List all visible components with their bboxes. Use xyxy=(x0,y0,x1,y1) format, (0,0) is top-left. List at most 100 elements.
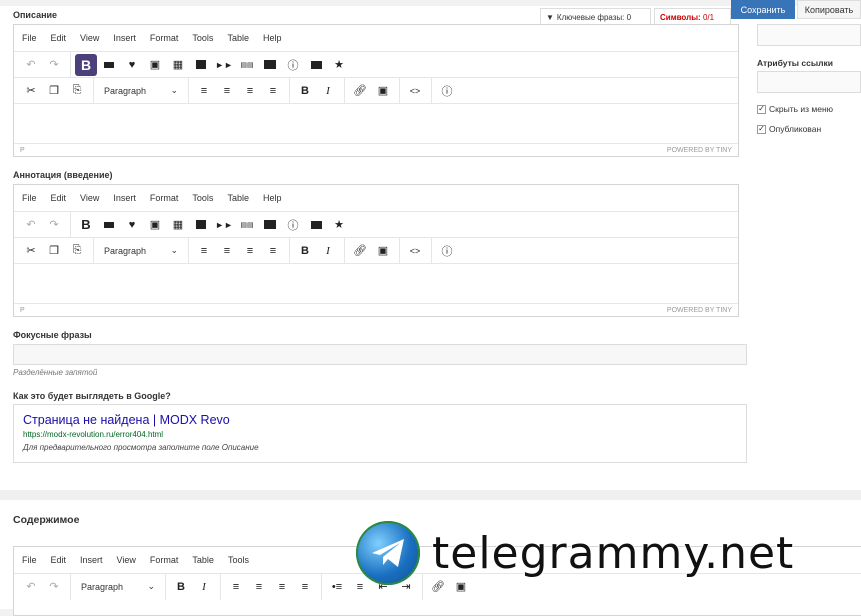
bold-icon[interactable]: B xyxy=(170,576,192,598)
heart-icon[interactable]: ♥ xyxy=(121,54,143,76)
paragraph-select[interactable]: Paragraph ⌄ xyxy=(98,240,184,262)
redo-icon[interactable]: ↷ xyxy=(43,576,65,598)
star-icon[interactable]: ★ xyxy=(328,54,350,76)
paragraph-select[interactable]: Paragraph ⌄ xyxy=(98,80,184,102)
image-insert-icon[interactable]: ▣ xyxy=(372,240,394,262)
undo-icon[interactable]: ↶ xyxy=(20,54,42,76)
align-justify-icon[interactable]: ≡ xyxy=(262,240,284,262)
align-center-icon[interactable]: ≡ xyxy=(248,576,270,598)
copy-icon[interactable]: ❐ xyxy=(43,80,65,102)
quote-icon[interactable]: ►► xyxy=(213,54,235,76)
align-left-icon[interactable]: ≡ xyxy=(193,240,215,262)
alert-icon[interactable]: ⓘ xyxy=(282,214,304,236)
menu-help[interactable]: Help xyxy=(263,193,282,203)
copy-button[interactable]: Копировать xyxy=(797,0,861,19)
heart-icon[interactable]: ♥ xyxy=(121,214,143,236)
align-right-icon[interactable]: ≡ xyxy=(271,576,293,598)
menu-format[interactable]: Format xyxy=(150,555,179,565)
number-icon[interactable] xyxy=(259,54,281,76)
bold-icon[interactable]: B xyxy=(294,240,316,262)
published-checkbox[interactable]: ✓ Опубликован xyxy=(757,124,821,134)
editor-content-area[interactable] xyxy=(14,103,738,143)
align-left-icon[interactable]: ≡ xyxy=(193,80,215,102)
italic-icon[interactable]: I xyxy=(317,80,339,102)
image-icon[interactable]: ▣ xyxy=(144,54,166,76)
redo-icon[interactable]: ↷ xyxy=(43,214,65,236)
description-editor[interactable]: File Edit View Insert Format Tools Table… xyxy=(13,24,739,157)
italic-icon[interactable]: I xyxy=(317,240,339,262)
menu-file[interactable]: File xyxy=(22,193,37,203)
number-icon[interactable] xyxy=(259,214,281,236)
italic-icon[interactable]: I xyxy=(193,576,215,598)
paste-icon[interactable]: ⎘ xyxy=(66,80,88,102)
bold-icon[interactable]: B xyxy=(294,80,316,102)
window-icon[interactable] xyxy=(305,214,327,236)
menu-tools[interactable]: Tools xyxy=(192,33,213,43)
menu-edit[interactable]: Edit xyxy=(51,193,67,203)
menu-view[interactable]: View xyxy=(80,33,99,43)
align-center-icon[interactable]: ≡ xyxy=(216,240,238,262)
align-justify-icon[interactable]: ≡ xyxy=(262,80,284,102)
powered-by[interactable]: POWERED BY TINY xyxy=(667,307,732,314)
menu-view[interactable]: View xyxy=(80,193,99,203)
sidebar-input-top[interactable] xyxy=(757,24,861,46)
focus-input[interactable] xyxy=(13,344,747,365)
menu-edit[interactable]: Edit xyxy=(51,33,67,43)
menu-format[interactable]: Format xyxy=(150,33,179,43)
block-icon[interactable] xyxy=(190,214,212,236)
bold-block-icon[interactable]: B xyxy=(75,53,97,76)
image-insert-icon[interactable]: ▣ xyxy=(372,80,394,102)
undo-icon[interactable]: ↶ xyxy=(20,214,42,236)
align-justify-icon[interactable]: ≡ xyxy=(294,576,316,598)
bullet-list-icon[interactable]: •≡ xyxy=(326,576,348,598)
menu-insert[interactable]: Insert xyxy=(113,33,136,43)
menu-tools[interactable]: Tools xyxy=(228,555,249,565)
image-icon[interactable]: ▣ xyxy=(144,214,166,236)
copy-icon[interactable]: ❐ xyxy=(43,240,65,262)
menu-table[interactable]: Table xyxy=(227,193,249,203)
link-attrs-input[interactable] xyxy=(757,71,861,93)
block-icon[interactable] xyxy=(190,54,212,76)
align-center-icon[interactable]: ≡ xyxy=(216,80,238,102)
annotation-editor[interactable]: File Edit View Insert Format Tools Table… xyxy=(13,184,739,317)
quote-icon[interactable]: ►► xyxy=(213,214,235,236)
alert-icon[interactable]: ⓘ xyxy=(282,54,304,76)
align-right-icon[interactable]: ≡ xyxy=(239,240,261,262)
cards-icon[interactable]: ▤▤ xyxy=(236,54,258,76)
code-icon[interactable]: <> xyxy=(404,80,426,102)
hide-menu-checkbox[interactable]: ✓ Скрыть из меню xyxy=(757,104,833,114)
paragraph-select[interactable]: Paragraph ⌄ xyxy=(75,576,161,598)
bold-block-icon[interactable]: B xyxy=(75,214,97,236)
menu-help[interactable]: Help xyxy=(263,33,282,43)
powered-by[interactable]: POWERED BY TINY xyxy=(667,147,732,154)
menu-insert[interactable]: Insert xyxy=(80,555,103,565)
editor-content-area[interactable] xyxy=(14,263,738,303)
window-icon[interactable] xyxy=(305,54,327,76)
cut-icon[interactable]: ✂ xyxy=(20,80,42,102)
table-icon[interactable]: ▦ xyxy=(167,54,189,76)
align-right-icon[interactable]: ≡ xyxy=(239,80,261,102)
menu-table[interactable]: Table xyxy=(192,555,214,565)
menu-file[interactable]: File xyxy=(22,33,37,43)
help-icon[interactable]: ⓘ xyxy=(436,80,458,102)
menu-view[interactable]: View xyxy=(117,555,136,565)
star-icon[interactable]: ★ xyxy=(328,214,350,236)
link-icon[interactable]: 🔗︎ xyxy=(349,240,371,262)
help-icon[interactable]: ⓘ xyxy=(436,240,458,262)
code-icon[interactable]: <> xyxy=(404,240,426,262)
save-button[interactable]: Сохранить xyxy=(731,0,795,19)
table-icon[interactable]: ▦ xyxy=(167,214,189,236)
redo-icon[interactable]: ↷ xyxy=(43,54,65,76)
menu-tools[interactable]: Tools xyxy=(192,193,213,203)
cards-icon[interactable]: ▤▤ xyxy=(236,214,258,236)
menu-insert[interactable]: Insert xyxy=(113,193,136,203)
undo-icon[interactable]: ↶ xyxy=(20,576,42,598)
align-left-icon[interactable]: ≡ xyxy=(225,576,247,598)
menu-format[interactable]: Format xyxy=(150,193,179,203)
tooltip-icon[interactable] xyxy=(98,214,120,236)
link-icon[interactable]: 🔗︎ xyxy=(349,80,371,102)
tooltip-icon[interactable] xyxy=(98,54,120,76)
menu-file[interactable]: File xyxy=(22,555,37,565)
menu-edit[interactable]: Edit xyxy=(51,555,67,565)
cut-icon[interactable]: ✂ xyxy=(20,240,42,262)
